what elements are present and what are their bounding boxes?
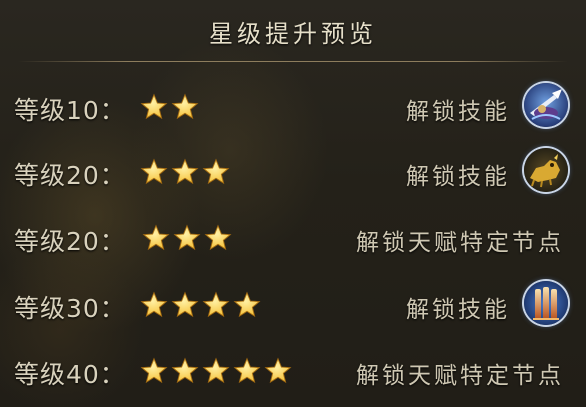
level-label: 等级10：	[14, 96, 126, 125]
flame-pillars-icon[interactable]	[524, 281, 568, 325]
level-row: 等级30： 解锁技能	[0, 281, 586, 331]
star-icon	[140, 291, 168, 318]
panel-title: 星级提升预览	[209, 20, 377, 48]
star-icon	[202, 357, 230, 384]
star-icon	[202, 158, 230, 185]
star-rating	[140, 291, 261, 321]
unlock-text: 解锁技能	[406, 297, 510, 323]
star-icon	[204, 224, 232, 251]
star-icon	[171, 158, 199, 185]
star-icon	[171, 357, 199, 384]
golden-beast-icon[interactable]	[524, 148, 568, 192]
level-label: 等级20：	[14, 161, 126, 190]
spear-strike-icon[interactable]	[524, 83, 568, 127]
star-icon	[233, 291, 261, 318]
star-icon	[171, 291, 199, 318]
star-rating	[140, 93, 199, 123]
star-rating	[140, 357, 292, 387]
star-icon	[140, 357, 168, 384]
star-icon	[140, 158, 168, 185]
star-upgrade-preview-panel: 星级提升预览 等级10： 解锁技能 等级20： 解锁技能 等级20： 解锁天赋特…	[0, 0, 586, 407]
unlock-text: 解锁天赋特定节点	[356, 363, 564, 389]
star-icon	[142, 224, 170, 251]
star-rating	[140, 158, 230, 188]
level-label: 等级40：	[14, 360, 126, 389]
unlock-text: 解锁技能	[406, 99, 510, 125]
star-rating	[142, 224, 232, 254]
star-icon	[140, 93, 168, 120]
star-icon	[233, 357, 261, 384]
level-row: 等级40： 解锁天赋特定节点	[0, 347, 586, 397]
level-row: 等级20： 解锁天赋特定节点	[0, 214, 586, 264]
unlock-text: 解锁天赋特定节点	[356, 230, 564, 256]
star-icon	[264, 357, 292, 384]
star-icon	[171, 93, 199, 120]
level-label: 等级20：	[14, 227, 126, 256]
level-row: 等级20： 解锁技能	[0, 148, 586, 198]
star-icon	[202, 291, 230, 318]
level-label: 等级30：	[14, 294, 126, 323]
unlock-text: 解锁技能	[406, 164, 510, 190]
level-row: 等级10： 解锁技能	[0, 83, 586, 133]
star-icon	[173, 224, 201, 251]
title-divider	[18, 61, 568, 62]
